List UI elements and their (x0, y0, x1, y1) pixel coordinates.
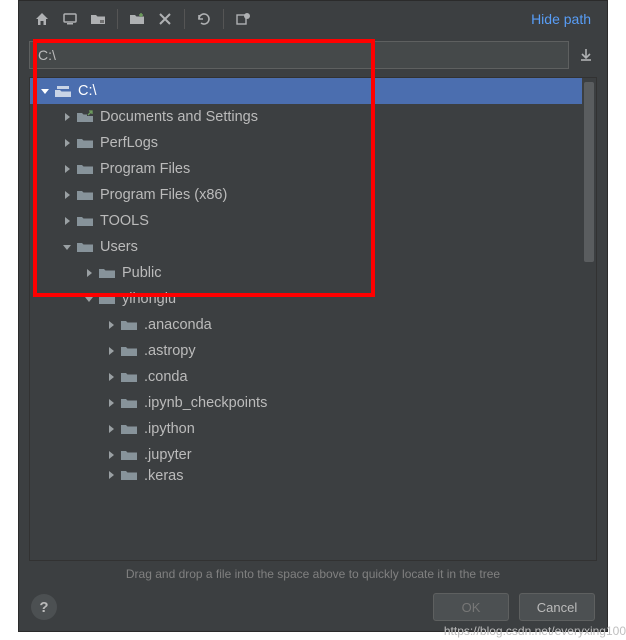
ok-button[interactable]: OK (433, 593, 509, 621)
home-button[interactable] (29, 6, 55, 32)
chevron-right-icon[interactable] (60, 136, 74, 150)
new-folder-button[interactable] (124, 6, 150, 32)
chevron-down-icon[interactable] (38, 84, 52, 98)
scrollbar-thumb[interactable] (584, 82, 594, 262)
path-row (19, 37, 607, 77)
tree-row[interactable]: .astropy (30, 338, 582, 364)
tree-row[interactable]: PerfLogs (30, 130, 582, 156)
help-button[interactable]: ? (31, 594, 57, 620)
file-tree[interactable]: C:\Documents and Settings PerfLogs Program… (30, 78, 582, 560)
tree-row-label: Program Files (x86) (100, 187, 227, 203)
chevron-right-icon[interactable] (104, 396, 118, 410)
folder-icon (98, 266, 116, 280)
folder-icon (120, 370, 138, 384)
chevron-right-icon[interactable] (104, 370, 118, 384)
refresh-button[interactable] (191, 6, 217, 32)
scrollbar[interactable] (582, 78, 596, 560)
folder-icon (120, 468, 138, 482)
tree-row-label: .anaconda (144, 317, 212, 333)
separator (184, 9, 185, 29)
watermark: https://blog.csdn.net/everyxing100 (444, 624, 626, 638)
chevron-right-icon[interactable] (104, 318, 118, 332)
chevron-down-icon[interactable] (60, 240, 74, 254)
tree-row-label: .astropy (144, 343, 196, 359)
drive-icon (54, 84, 72, 98)
chevron-right-icon[interactable] (104, 468, 118, 482)
tree-row[interactable]: TOOLS (30, 208, 582, 234)
separator (223, 9, 224, 29)
desktop-button[interactable] (57, 6, 83, 32)
hint-text: Drag and drop a file into the space abov… (19, 561, 607, 585)
chevron-right-icon[interactable] (60, 188, 74, 202)
folder-icon (120, 396, 138, 410)
tree-row[interactable]: Program Files (30, 156, 582, 182)
tree-row[interactable]: Program Files (x86) (30, 182, 582, 208)
folder-icon (76, 136, 94, 150)
path-input[interactable] (29, 41, 569, 69)
tree-row-label: Program Files (100, 161, 190, 177)
tree-row-label: .keras (144, 468, 184, 484)
tree-row[interactable]: Public (30, 260, 582, 286)
tree-row-label: .conda (144, 369, 188, 385)
folder-icon (76, 214, 94, 228)
file-chooser-dialog: Hide path C:\Documents and Settings PerfL… (18, 0, 608, 632)
tree-row-label: Public (122, 265, 162, 281)
show-hidden-button[interactable] (230, 6, 256, 32)
chevron-right-icon[interactable] (60, 214, 74, 228)
chevron-right-icon[interactable] (104, 448, 118, 462)
folder-icon (76, 162, 94, 176)
tree-row-label: PerfLogs (100, 135, 158, 151)
tree-row-label: TOOLS (100, 213, 149, 229)
chevron-down-icon[interactable] (82, 292, 96, 306)
tree-row[interactable]: .ipython (30, 416, 582, 442)
tree-row[interactable]: Users (30, 234, 582, 260)
tree-row[interactable]: .conda (30, 364, 582, 390)
tree-row-label: .ipython (144, 421, 195, 437)
folder-icon (76, 188, 94, 202)
separator (117, 9, 118, 29)
chevron-right-icon[interactable] (104, 422, 118, 436)
toolbar: Hide path (19, 1, 607, 37)
tree-row[interactable]: .jupyter (30, 442, 582, 468)
tree-row-label: C:\ (78, 83, 97, 99)
folder-icon (98, 292, 116, 306)
chevron-right-icon[interactable] (82, 266, 96, 280)
history-button[interactable] (575, 44, 597, 66)
chevron-right-icon[interactable] (104, 344, 118, 358)
folder-icon (120, 344, 138, 358)
chevron-right-icon[interactable] (60, 162, 74, 176)
tree-row[interactable]: yihonglu (30, 286, 582, 312)
hide-path-link[interactable]: Hide path (531, 11, 597, 27)
folder-icon (76, 240, 94, 254)
tree-row-label: yihonglu (122, 291, 176, 307)
folder-icon (120, 448, 138, 462)
tree-row[interactable]: Documents and Settings (30, 104, 582, 130)
tree-row[interactable]: .ipynb_checkpoints (30, 390, 582, 416)
tree-container: C:\Documents and Settings PerfLogs Program… (29, 77, 597, 561)
tree-row[interactable]: .anaconda (30, 312, 582, 338)
cancel-button[interactable]: Cancel (519, 593, 595, 621)
tree-row-label: Users (100, 239, 138, 255)
tree-row-label: .jupyter (144, 447, 192, 463)
tree-row[interactable]: C:\ (30, 78, 582, 104)
project-folder-button[interactable] (85, 6, 111, 32)
delete-button[interactable] (152, 6, 178, 32)
tree-row-label: Documents and Settings (100, 109, 258, 125)
folder-icon (120, 318, 138, 332)
folder-icon (120, 422, 138, 436)
chevron-right-icon[interactable] (60, 110, 74, 124)
tree-row[interactable]: .keras (30, 468, 582, 488)
folder-link-icon (76, 110, 94, 124)
tree-row-label: .ipynb_checkpoints (144, 395, 267, 411)
